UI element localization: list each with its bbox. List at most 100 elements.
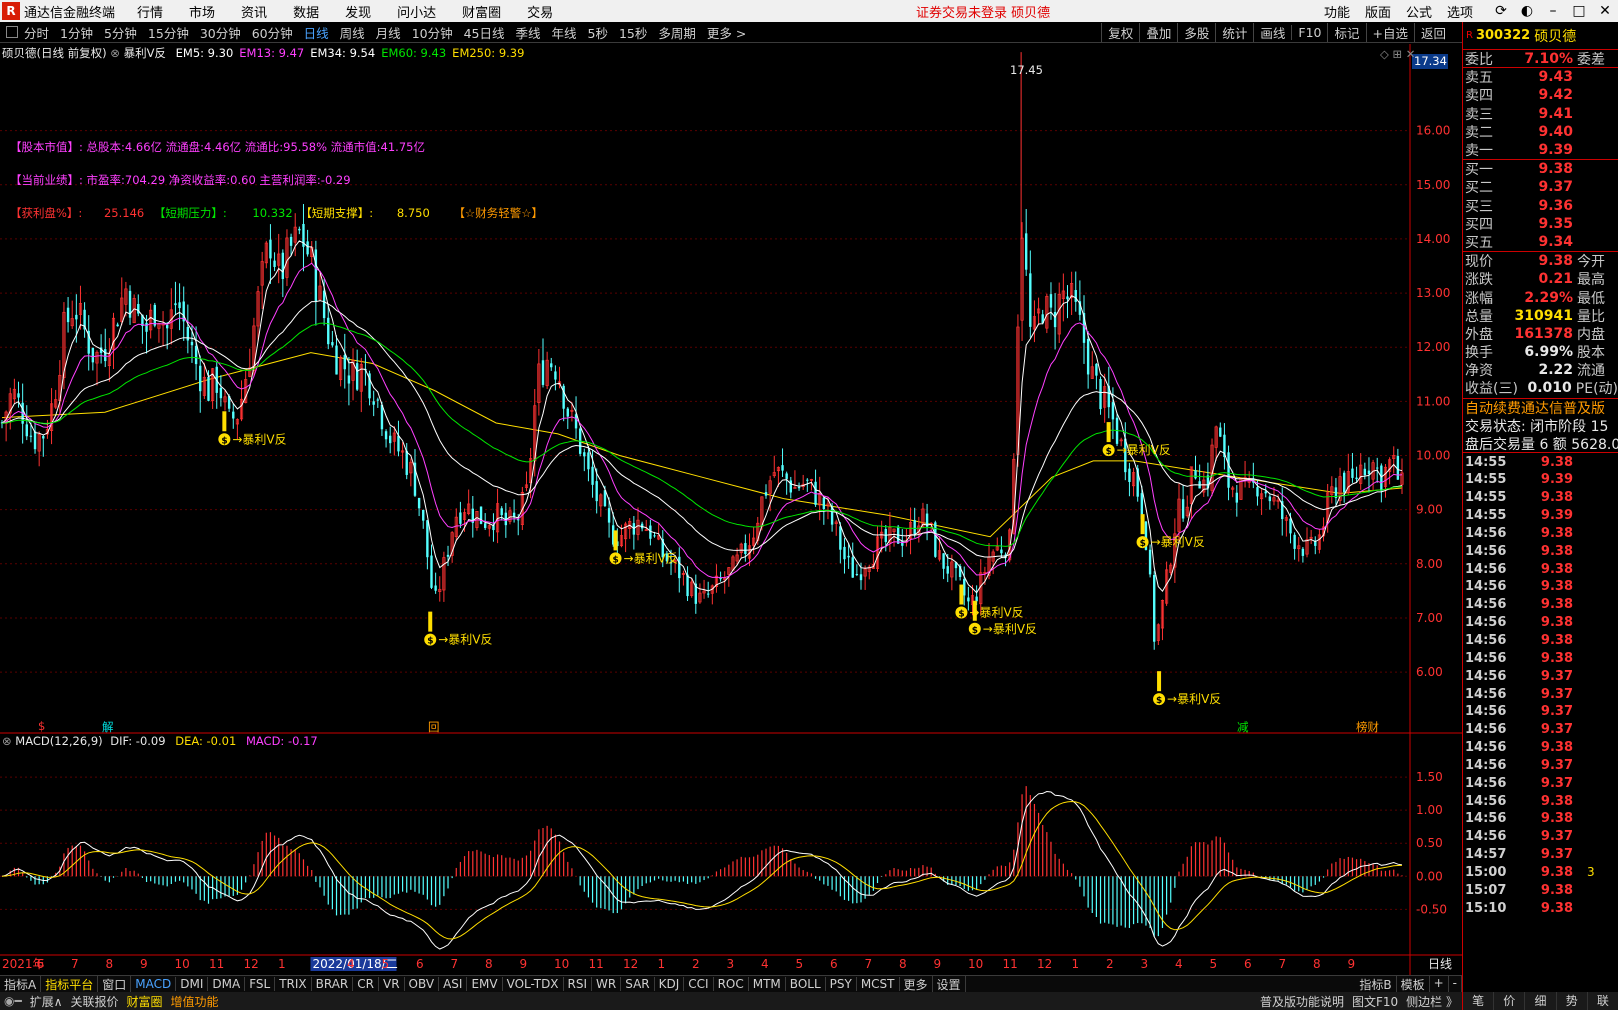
tool-overlay[interactable]: 叠加 xyxy=(1139,23,1177,42)
status-right-item[interactable]: 侧边栏 》 xyxy=(1402,993,1462,1010)
close-icon[interactable]: ✕ xyxy=(1592,3,1618,19)
period-daily[interactable]: 日线 xyxy=(304,23,329,42)
event-marker-unlock[interactable]: 解 xyxy=(102,719,114,735)
period-1min[interactable]: 1分钟 xyxy=(60,23,93,42)
indicator-tab-更多[interactable]: 更多 xyxy=(900,975,933,993)
indicator-tab-指标平台[interactable]: 指标平台 xyxy=(41,975,99,993)
menu-function[interactable]: 功能 xyxy=(1324,2,1350,21)
menu-market[interactable]: 市场 xyxy=(189,2,215,21)
menu-news[interactable]: 资讯 xyxy=(241,2,267,21)
tool-stats[interactable]: 统计 xyxy=(1215,23,1253,42)
indicator-right-tab[interactable]: - xyxy=(1449,975,1462,993)
macd-title[interactable]: MACD(12,26,9) xyxy=(15,734,102,748)
period-intraday[interactable]: 分时 xyxy=(24,23,49,42)
period-45day[interactable]: 45日线 xyxy=(464,23,505,42)
buy-order-row[interactable]: 买一 9.38 xyxy=(1463,160,1618,178)
menu-data[interactable]: 数据 xyxy=(293,2,319,21)
event-marker-reduce[interactable]: 减 xyxy=(1237,719,1249,735)
indicator-tab-指标a[interactable]: 指标A xyxy=(0,975,42,993)
indicator-tab-asi[interactable]: ASI xyxy=(439,977,468,991)
buy-order-row[interactable]: 买五 9.34 xyxy=(1463,233,1618,251)
menu-ask[interactable]: 问小达 xyxy=(397,2,436,21)
tool-f10[interactable]: F10 xyxy=(1291,25,1327,40)
tool-mark[interactable]: 标记 xyxy=(1327,23,1365,42)
indicator-tab-fsl[interactable]: FSL xyxy=(245,977,276,991)
period-more[interactable]: 更多 > xyxy=(707,23,746,42)
period-15sec[interactable]: 15秒 xyxy=(619,23,647,42)
indicator-tab-sar[interactable]: SAR xyxy=(621,977,655,991)
indicator-right-tab[interactable]: 模板 xyxy=(1397,975,1430,993)
period-yearly[interactable]: 年线 xyxy=(552,23,577,42)
status-right-item[interactable]: 图文F10 xyxy=(1348,993,1402,1010)
menu-quotes[interactable]: 行情 xyxy=(137,2,163,21)
maximize-icon[interactable]: □ xyxy=(1566,3,1592,19)
status-item[interactable]: 增值功能 xyxy=(167,993,223,1010)
event-marker-repurchase[interactable]: 回 xyxy=(428,719,440,735)
period-quarterly[interactable]: 季线 xyxy=(516,23,541,42)
chart-settings-icon[interactable]: ◇ ⊞ ✕ xyxy=(1380,47,1415,61)
indicator-tab-vr[interactable]: VR xyxy=(379,977,405,991)
indicator-tab-vol-tdx[interactable]: VOL-TDX xyxy=(503,977,564,991)
minimize-icon[interactable]: – xyxy=(1540,3,1566,19)
macd-toggle-icon[interactable]: ⊗ xyxy=(2,734,12,748)
toggle-switch-icon[interactable]: ◉━ xyxy=(0,994,26,1008)
period-30min[interactable]: 30分钟 xyxy=(200,23,241,42)
login-notice[interactable]: 证券交易未登录 硕贝德 xyxy=(916,2,1050,21)
period-5min[interactable]: 5分钟 xyxy=(104,23,137,42)
sell-order-row[interactable]: 卖五 9.43 xyxy=(1463,68,1618,86)
period-monthly[interactable]: 月线 xyxy=(376,23,401,42)
indicator-tab-设置[interactable]: 设置 xyxy=(933,975,966,993)
formula-dropdown-icon[interactable]: ⊗ xyxy=(110,46,120,60)
indicator-tab-mcst[interactable]: MCST xyxy=(857,977,900,991)
sell-order-row[interactable]: 卖四 9.42 xyxy=(1463,86,1618,104)
quote-tab[interactable]: 价 xyxy=(1494,992,1526,1010)
buy-order-row[interactable]: 买二 9.37 xyxy=(1463,178,1618,196)
indicator-right-tab[interactable]: 指标B xyxy=(1355,975,1397,993)
menu-options[interactable]: 选项 xyxy=(1447,2,1473,21)
buy-order-row[interactable]: 买三 9.36 xyxy=(1463,197,1618,215)
stock-code[interactable]: 300322 xyxy=(1476,28,1530,43)
indicator-tab-psy[interactable]: PSY xyxy=(826,977,857,991)
promo-link[interactable]: 自动续费通达信普及版 xyxy=(1463,399,1618,417)
sell-order-row[interactable]: 卖二 9.40 xyxy=(1463,123,1618,141)
tool-adjust[interactable]: 复权 xyxy=(1101,23,1139,42)
period-60min[interactable]: 60分钟 xyxy=(252,23,293,42)
quote-tab[interactable]: 势 xyxy=(1557,992,1588,1010)
indicator-tab-mtm[interactable]: MTM xyxy=(749,977,786,991)
quote-tab[interactable]: 联 xyxy=(1588,992,1618,1010)
indicator-tab-brar[interactable]: BRAR xyxy=(312,977,354,991)
period-5sec[interactable]: 5秒 xyxy=(588,23,608,42)
quote-tab[interactable]: 细 xyxy=(1525,992,1557,1010)
event-marker-dividend[interactable]: $ xyxy=(38,719,45,733)
indicator-tab-trix[interactable]: TRIX xyxy=(275,977,312,991)
tick-list[interactable]: 14:55 9.38 14:55 9.39 14:55 9.38 14:55 9.39 14:5… xyxy=(1463,453,1618,917)
status-item[interactable]: 财富圈 xyxy=(123,993,167,1010)
tool-multi-stock[interactable]: 多股 xyxy=(1177,23,1215,42)
indicator-tab-rsi[interactable]: RSI xyxy=(564,977,593,991)
period-15min[interactable]: 15分钟 xyxy=(148,23,189,42)
sell-order-row[interactable]: 卖三 9.41 xyxy=(1463,105,1618,123)
tool-add-watchlist[interactable]: +自选 xyxy=(1365,23,1414,42)
indicator-right-tab[interactable]: + xyxy=(1430,975,1449,993)
indicator-tab-obv[interactable]: OBV xyxy=(405,977,440,991)
indicator-tab-kdj[interactable]: KDJ xyxy=(655,977,685,991)
menu-formula[interactable]: 公式 xyxy=(1406,2,1432,21)
indicator-tab-boll[interactable]: BOLL xyxy=(786,977,826,991)
indicator-tab-dma[interactable]: DMA xyxy=(208,977,246,991)
skin-icon[interactable]: ◐ xyxy=(1514,3,1540,19)
formula-name[interactable]: 暴利V反 xyxy=(124,46,166,60)
menu-trade[interactable]: 交易 xyxy=(527,2,553,21)
indicator-tab-wr[interactable]: WR xyxy=(592,977,622,991)
sell-order-row[interactable]: 卖一 9.39 xyxy=(1463,141,1618,159)
indicator-tab-窗口[interactable]: 窗口 xyxy=(98,975,132,993)
tool-draw[interactable]: 画线 xyxy=(1253,23,1291,42)
menu-layout[interactable]: 版面 xyxy=(1365,2,1391,21)
indicator-tab-roc[interactable]: ROC xyxy=(714,977,749,991)
indicator-tab-cr[interactable]: CR xyxy=(353,977,379,991)
indicator-tab-dmi[interactable]: DMI xyxy=(176,977,209,991)
indicator-tab-emv[interactable]: EMV xyxy=(467,977,503,991)
status-right-item[interactable]: 普及版功能说明 xyxy=(1256,993,1348,1010)
indicator-tab-macd[interactable]: MACD xyxy=(131,977,177,991)
stock-name[interactable]: 硕贝德 xyxy=(1534,26,1576,46)
tool-back[interactable]: 返回 xyxy=(1413,23,1452,42)
